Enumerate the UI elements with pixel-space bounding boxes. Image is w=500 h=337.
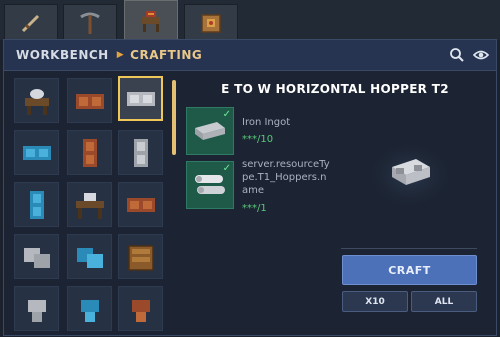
recipe-slot-blue-hopper[interactable]: [14, 130, 59, 175]
ingredient-count-2: ***/1: [242, 203, 267, 214]
tab-weapons[interactable]: [4, 4, 58, 42]
ingredient-slot-hoppers[interactable]: ✓: [186, 161, 234, 209]
ingredient-name-2-line-2: pe.T1_Hoppers.n: [242, 172, 327, 183]
ingredient-name-2-line-3: ame: [242, 185, 265, 196]
recipe-slot-blue-hopper-down[interactable]: [67, 286, 112, 331]
recipe-slot-silver-hopper-diagonal[interactable]: [14, 234, 59, 279]
checkmark-icon: ✓: [222, 109, 231, 120]
recipe-slot-red-hopper-down[interactable]: [118, 286, 163, 331]
item-preview-3d: [362, 137, 458, 213]
breadcrumb: WORKBENCH ▶ CRAFTING: [16, 48, 202, 62]
breadcrumb-arrow-icon: ▶: [116, 50, 125, 60]
crate-icon: [201, 14, 221, 33]
tab-tools[interactable]: [63, 4, 117, 42]
pickaxe-icon: [80, 12, 100, 34]
recipe-slot-wood-crate[interactable]: [118, 234, 163, 279]
blue-hopper-icon: [22, 145, 51, 160]
silver-hopper-vertical-icon: [133, 138, 148, 167]
blue-hopper-vertical-icon: [29, 190, 44, 219]
workbench-icon: [142, 11, 160, 32]
ingredient-name-1: Iron Ingot: [242, 117, 291, 128]
anvil-icon: [24, 88, 49, 115]
recipe-slot-silver-hopper-down[interactable]: [14, 286, 59, 331]
red-hopper-icon: [126, 197, 155, 212]
recipe-title: E TO W HORIZONTAL HOPPER T2: [221, 82, 449, 96]
ingredient-name-2: server.resourceTy pe.T1_Hoppers.n ame: [242, 158, 330, 197]
craft-x10-button[interactable]: X10: [342, 291, 408, 312]
checkmark-icon: ✓: [222, 163, 231, 174]
title-bar: WORKBENCH ▶ CRAFTING: [4, 40, 496, 71]
recipe-slot-anvil[interactable]: [14, 78, 59, 123]
bench-table-icon: [75, 192, 104, 219]
red-hopper-down-icon: [131, 299, 150, 322]
craft-all-button[interactable]: ALL: [411, 291, 477, 312]
ingredient-count-1: ***/10: [242, 134, 274, 145]
red-machine-icon: [75, 93, 104, 109]
recipe-slot-red-machine[interactable]: [67, 78, 112, 123]
blue-hopper-diagonal-icon: [76, 247, 103, 268]
recipe-slot-red-hopper-vertical[interactable]: [67, 130, 112, 175]
silver-hopper-icon: [126, 91, 155, 106]
recipe-slot-silver-hopper-vertical[interactable]: [118, 130, 163, 175]
recipe-slot-blue-hopper-vertical[interactable]: [14, 182, 59, 227]
silver-hopper-diagonal-icon: [23, 247, 50, 268]
breadcrumb-current: CRAFTING: [130, 48, 203, 62]
ingredient-name-2-line-1: server.resourceTy: [242, 159, 330, 170]
panel-divider: [341, 248, 477, 249]
breadcrumb-root[interactable]: WORKBENCH: [16, 48, 109, 62]
blue-hopper-down-icon: [80, 299, 99, 322]
wood-crate-icon: [127, 244, 154, 271]
craft-button[interactable]: CRAFT: [342, 255, 477, 285]
tab-workbench[interactable]: [124, 0, 178, 42]
red-hopper-vertical-icon: [82, 138, 97, 167]
recipe-slot-red-hopper[interactable]: [118, 182, 163, 227]
sword-icon: [21, 14, 40, 33]
eye-icon[interactable]: [473, 47, 489, 63]
recipe-slot-bench-table[interactable]: [67, 182, 112, 227]
category-tab-strip: [0, 0, 500, 42]
recipe-grid: [9, 75, 172, 337]
tab-containers[interactable]: [184, 4, 238, 42]
ingredient-slot-iron-ingot[interactable]: ✓: [186, 107, 234, 155]
search-icon[interactable]: [449, 47, 465, 63]
silver-hopper-down-icon: [27, 299, 46, 322]
recipe-slot-blue-hopper-diagonal[interactable]: [67, 234, 112, 279]
recipe-slot-silver-hopper-selected[interactable]: [118, 76, 163, 121]
